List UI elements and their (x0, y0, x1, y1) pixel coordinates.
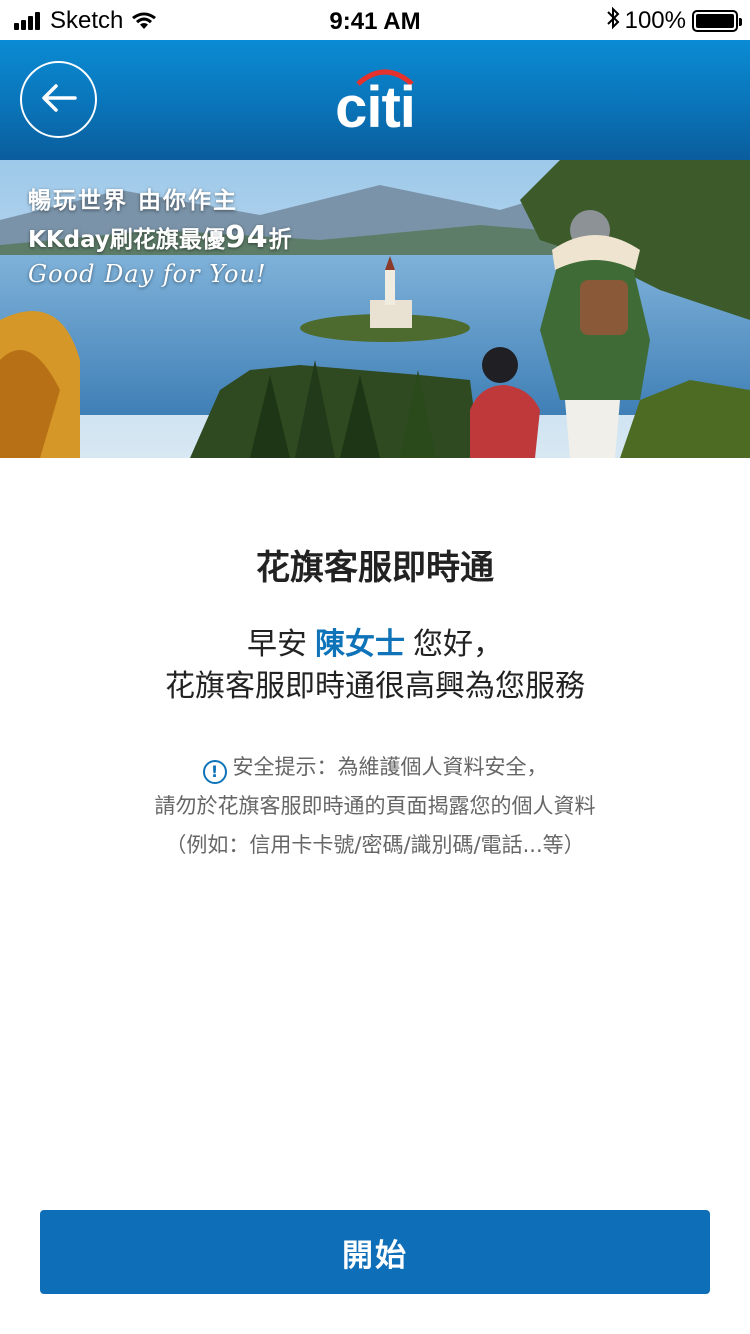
customer-name: 陳女士 (315, 627, 405, 662)
banner-slogan: 暢玩世界 由你作主 (28, 188, 239, 214)
back-button[interactable] (20, 61, 97, 138)
greeting-prefix: 早安 (247, 627, 307, 662)
notice-line1-row: ! 安全提示：為維護個人資料安全， (0, 748, 750, 787)
banner-offer-prefix: KKday刷花旗最優 (28, 227, 225, 253)
banner-offer-suffix: 折 (268, 227, 292, 253)
banner-text: 暢玩世界 由你作主 KKday刷花旗最優94折 Good Day for You… (28, 186, 292, 288)
arrow-left-icon (41, 83, 77, 117)
app-header: citi (0, 40, 750, 160)
greeting-line2: 花旗客服即時通很高興為您服務 (165, 669, 585, 704)
status-bar: Sketch 9:41 AM 100% (0, 0, 750, 40)
citi-logo: citi (320, 64, 430, 140)
notice-line2: 請勿於花旗客服即時通的頁面揭露您的個人資料 (154, 794, 596, 818)
notice-line3: （例如：信用卡卡號/密碼/識別碼/電話...等） (165, 833, 585, 857)
greeting: 早安 陳女士 您好， 花旗客服即時通很高興為您服務 (0, 624, 750, 708)
logo-text: citi (335, 75, 416, 140)
page-title: 花旗客服即時通 (256, 548, 494, 588)
bluetooth-icon (605, 6, 621, 36)
battery-icon (692, 10, 742, 32)
banner-offer: KKday刷花旗最優94折 (28, 220, 292, 258)
banner-offer-number: 94 (224, 220, 269, 255)
promo-banner[interactable]: 暢玩世界 由你作主 KKday刷花旗最優94折 Good Day for You… (0, 160, 750, 458)
start-button[interactable]: 開始 (40, 1210, 710, 1294)
greeting-line1: 早安 陳女士 您好， (0, 624, 750, 666)
security-notice: ! 安全提示：為維護個人資料安全， 請勿於花旗客服即時通的頁面揭露您的個人資料 （… (0, 748, 750, 865)
info-icon: ! (202, 760, 227, 784)
status-right: 100% (605, 6, 742, 36)
banner-tagline: Good Day for You! (28, 260, 267, 288)
notice-line1: 安全提示：為維護個人資料安全， (232, 755, 548, 779)
greeting-suffix: 您好， (413, 627, 503, 662)
battery-percent: 100% (624, 7, 686, 34)
